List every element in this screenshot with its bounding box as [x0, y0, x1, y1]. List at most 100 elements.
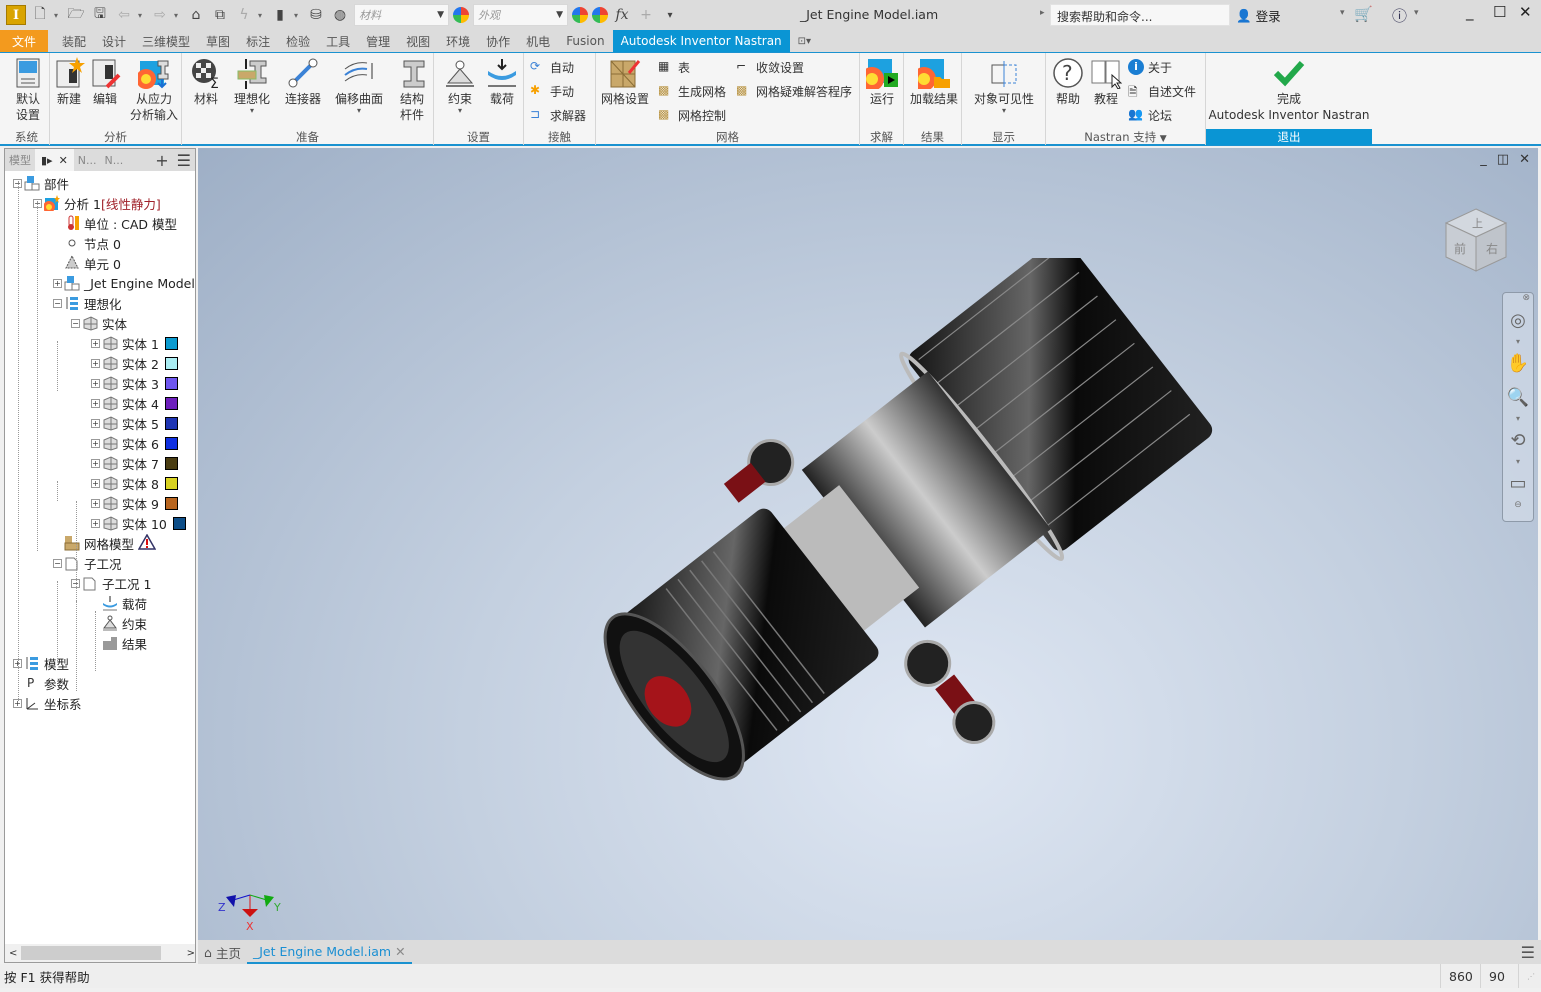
material-combo[interactable]: 材料 ▼ [354, 4, 449, 26]
minimize-view-icon[interactable]: _ [1480, 152, 1487, 167]
orbit-icon[interactable]: ⟲ [1503, 423, 1533, 457]
expand-icon[interactable]: + [53, 278, 62, 288]
help-button[interactable]: ? 帮助 [1050, 57, 1086, 107]
tab-nastran[interactable]: Autodesk Inventor Nastran [612, 30, 790, 52]
design-doctor-icon[interactable]: ⛁ [306, 5, 326, 25]
tree-node[interactable]: − 部件 [13, 173, 69, 193]
generate-mesh-button[interactable]: ▩ 生成网格 [658, 81, 726, 101]
materials-button[interactable]: Σ 材料 [184, 57, 228, 107]
expand-icon[interactable]: + [91, 498, 100, 508]
constraints-button[interactable]: 约束 ▾ [440, 57, 480, 115]
tab-inspect[interactable]: 检验 [278, 30, 318, 52]
customize-toolbar-icon[interactable]: ▾ [660, 5, 680, 25]
structural-members-button[interactable]: 结构 杆件 [394, 57, 430, 123]
tree-node[interactable]: − 分析 1 [线性静力] [33, 193, 161, 213]
tree-node[interactable]: + 模型 [13, 653, 69, 673]
update-icon[interactable]: ϟ [234, 5, 254, 25]
tree-node[interactable]: − 子工况 [53, 553, 122, 573]
loads-button[interactable]: 载荷 [482, 57, 522, 107]
navbar-options-icon[interactable]: ⊖ [1503, 500, 1533, 510]
maximize-window-icon[interactable]: ☐ [1493, 3, 1506, 21]
collapse-icon[interactable]: − [71, 318, 80, 328]
tree-node[interactable]: + 实体 10 [91, 513, 186, 533]
help-icon[interactable]: ⓘ [1392, 5, 1407, 26]
tree-node[interactable]: + 实体 5 [91, 413, 178, 433]
project-icon[interactable]: ⧉ [210, 5, 230, 25]
run-button[interactable]: 运行 [860, 57, 900, 107]
load-results-button[interactable]: 加载结果 [906, 57, 962, 107]
tree-node[interactable]: + 实体 1 [91, 333, 178, 353]
horizontal-scrollbar[interactable]: < > [5, 944, 195, 962]
redo-icon[interactable]: ⇨ [150, 5, 170, 25]
default-settings-button[interactable]: 默认 设置 [8, 57, 48, 123]
appearance-combo[interactable]: 外观 ▼ [473, 4, 568, 26]
redo-dropdown-icon[interactable]: ▾ [174, 11, 182, 20]
close-navbar-icon[interactable]: ⊗ [1503, 293, 1533, 303]
tree-node[interactable]: + 实体 2 [91, 353, 178, 373]
expand-icon[interactable]: + [91, 438, 100, 448]
tree-node[interactable]: + 实体 4 [91, 393, 178, 413]
tree-node[interactable]: − 理想化 [53, 293, 122, 313]
tree-node[interactable]: + 实体 6 [91, 433, 178, 453]
tree-node[interactable]: + _Jet Engine Model. [53, 273, 195, 293]
fx-parameters-icon[interactable]: fx [612, 5, 632, 25]
browser-menu-icon[interactable]: ☰ [173, 151, 195, 170]
adjust-appearance-icon[interactable] [572, 7, 588, 23]
tab-design[interactable]: 设计 [94, 30, 134, 52]
close-tab-icon[interactable]: ✕ [59, 154, 68, 167]
readme-button[interactable]: 🗎 自述文件 [1128, 81, 1196, 101]
viewcube-top-face[interactable]: 上 [1472, 217, 1483, 230]
help-dropdown-icon[interactable]: ▾ [1414, 8, 1419, 18]
close-window-icon[interactable]: ✕ [1519, 3, 1532, 21]
mesh-settings-button[interactable]: 网格设置 [598, 57, 652, 107]
undo-icon[interactable]: ⇦ [114, 5, 134, 25]
save-icon[interactable]: 🖫 [90, 5, 110, 25]
close-view-icon[interactable]: ✕ [1519, 152, 1530, 167]
open-folder-icon[interactable]: 🗁 [66, 5, 86, 25]
tab-electromechanical[interactable]: 机电 [518, 30, 558, 52]
undo-dropdown-icon[interactable]: ▾ [138, 11, 146, 20]
tab-sketch[interactable]: 草图 [198, 30, 238, 52]
new-dropdown-icon[interactable]: ▾ [54, 11, 62, 20]
new-file-icon[interactable]: 🗋 [30, 5, 50, 25]
update-dropdown-icon[interactable]: ▾ [258, 11, 266, 20]
tab-tools[interactable]: 工具 [318, 30, 358, 52]
tab-manage[interactable]: 管理 [358, 30, 398, 52]
clear-appearance-icon[interactable] [592, 7, 608, 23]
graphics-viewport[interactable]: _ ◫ ✕ 上 前 右 ⊗ ◎ ▾ ✋ 🔍 ▾ ⟲ ▾ ▭ ⊖ X Z Y [198, 148, 1538, 940]
tree-node[interactable]: 单元 0 [53, 253, 121, 273]
tab-file[interactable]: 文件 [0, 30, 48, 52]
expand-icon[interactable]: + [91, 518, 100, 528]
tab-jet-engine-model[interactable]: _Jet Engine Model.iam ✕ [246, 940, 412, 964]
scroll-left-icon[interactable]: < [9, 948, 17, 959]
forum-button[interactable]: 👥 论坛 [1128, 105, 1172, 125]
connectors-button[interactable]: 连接器 [280, 57, 326, 107]
browser-tab-3[interactable]: N... [101, 154, 128, 167]
look-at-icon[interactable]: ▭ [1503, 466, 1533, 500]
tree-node[interactable]: P 参数 [13, 673, 69, 693]
add-icon[interactable]: + [636, 5, 656, 25]
tab-environments[interactable]: 环境 [438, 30, 478, 52]
offset-surface-button[interactable]: 偏移曲面 ▾ [332, 57, 386, 115]
import-from-stress-button[interactable]: 从应力 分析输入 [126, 57, 182, 123]
expand-icon[interactable]: + [91, 338, 100, 348]
tab-collaborate[interactable]: 协作 [478, 30, 518, 52]
cart-icon[interactable]: 🛒 [1354, 5, 1373, 23]
add-browser-tab-icon[interactable]: + [151, 151, 172, 170]
tile-view-icon[interactable]: ◫ [1497, 152, 1509, 167]
collapse-icon[interactable]: − [53, 298, 62, 308]
tree-node[interactable]: 网格模型 [53, 532, 157, 553]
collapse-icon[interactable]: − [53, 558, 62, 568]
chevron-down-icon[interactable]: ▾ [1503, 457, 1533, 466]
tree-node[interactable]: 约束 [91, 613, 147, 633]
mesh-control-button[interactable]: ▩ 网格控制 [658, 105, 726, 125]
tree-node[interactable]: − 实体 [71, 313, 127, 333]
tab-home[interactable]: ⌂ 主页 [198, 940, 247, 964]
steering-wheel-icon[interactable]: ◎ [1503, 303, 1533, 337]
mesh-table-button[interactable]: ▦ 表 [658, 57, 690, 77]
expand-icon[interactable]: + [91, 358, 100, 368]
viewcube-front-face[interactable]: 前 [1454, 241, 1466, 256]
tree-node[interactable]: − 子工况 1 [71, 573, 151, 593]
scroll-right-icon[interactable]: > [187, 948, 195, 959]
object-visibility-button[interactable]: 对象可见性 ▾ [968, 57, 1040, 115]
